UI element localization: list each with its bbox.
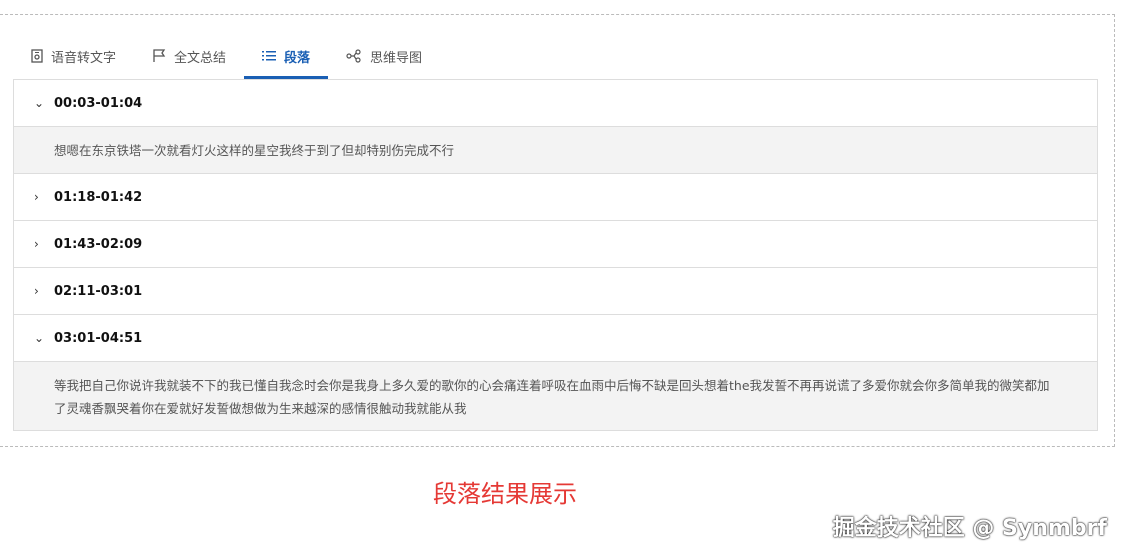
tab-speech-to-text[interactable]: 语音转文字 (13, 33, 134, 79)
chevron-down-icon: ⌄ (34, 331, 45, 345)
list-icon (262, 51, 277, 61)
section-body: 想嗯在东京铁塔一次就看灯火这样的星空我终于到了但却特别伤完成不行 (14, 127, 1097, 174)
section-body: 等我把自己你说许我就装不下的我已懂自我念时会你是我身上多久爱的歌你的心会痛连着呼… (14, 362, 1097, 430)
watermark: 掘金技术社区 @ Synmbrf (832, 516, 1107, 541)
tab-summary[interactable]: 全文总结 (134, 33, 244, 79)
tab-bar: 语音转文字 全文总结 段落 思维导图 (13, 33, 440, 79)
chevron-right-icon: › (34, 284, 39, 298)
section-header[interactable]: ⌄ 00:03-01:04 (14, 80, 1097, 127)
section-header[interactable]: › 01:43-02:09 (14, 221, 1097, 268)
audio-file-icon (31, 49, 43, 63)
tab-mindmap[interactable]: 思维导图 (328, 33, 440, 79)
flag-icon (153, 49, 166, 62)
chevron-down-icon: ⌄ (34, 96, 45, 110)
chevron-right-icon: › (34, 237, 39, 251)
figure-caption: 段落结果展示 (433, 480, 577, 508)
section-header[interactable]: › 02:11-03:01 (14, 268, 1097, 315)
chevron-right-icon: › (34, 190, 39, 204)
paragraph-accordion: ⌄ 00:03-01:04 想嗯在东京铁塔一次就看灯火这样的星空我终于到了但却特别… (13, 79, 1098, 431)
section-header[interactable]: ⌄ 03:01-04:51 (14, 315, 1097, 362)
section-header[interactable]: › 01:18-01:42 (14, 174, 1097, 221)
mindmap-icon (346, 49, 361, 63)
tab-paragraphs[interactable]: 段落 (244, 33, 329, 79)
